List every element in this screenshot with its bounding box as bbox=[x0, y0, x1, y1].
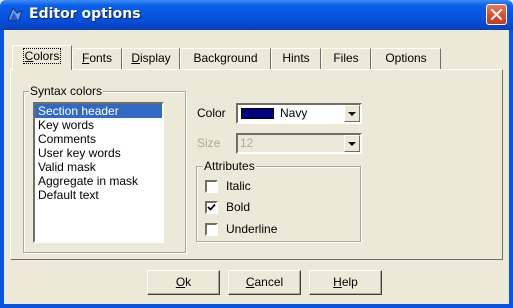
attributes-legend: Attributes bbox=[203, 159, 256, 173]
close-button[interactable] bbox=[486, 4, 507, 25]
color-value: Navy bbox=[280, 106, 308, 120]
tab-display-label: isplay bbox=[139, 51, 171, 65]
help-mnemonic: H bbox=[333, 275, 342, 289]
ok-mnemonic: O bbox=[175, 275, 186, 289]
syntax-colors-list[interactable]: Section header Key words Comments User k… bbox=[33, 102, 164, 243]
size-select[interactable]: 12 bbox=[236, 133, 362, 154]
list-item-default-text[interactable]: Default text bbox=[35, 188, 162, 202]
tab-files-label: Files bbox=[333, 51, 359, 65]
tab-display[interactable]: Display bbox=[122, 48, 180, 69]
list-item-aggregate-in-mask[interactable]: Aggregate in mask bbox=[35, 174, 162, 188]
color-select[interactable]: Navy bbox=[236, 103, 362, 124]
ok-label: k bbox=[185, 275, 192, 289]
italic-checkbox[interactable] bbox=[205, 180, 218, 193]
tab-colors[interactable]: Colors bbox=[12, 45, 72, 70]
syntax-colors-legend: Syntax colors bbox=[29, 84, 104, 98]
tab-fonts-label: onts bbox=[89, 51, 113, 65]
list-item-user-key-words[interactable]: User key words bbox=[35, 146, 162, 160]
tab-files[interactable]: Files bbox=[321, 48, 371, 69]
window-frame-bottom bbox=[0, 304, 513, 308]
list-item-valid-mask[interactable]: Valid mask bbox=[35, 160, 162, 174]
bold-checkbox[interactable] bbox=[205, 201, 218, 214]
underline-label[interactable]: Underline bbox=[226, 222, 277, 236]
italic-label[interactable]: Italic bbox=[226, 179, 251, 193]
help-label: elp bbox=[341, 275, 358, 289]
help-button[interactable]: Help bbox=[309, 270, 382, 295]
title-bar[interactable]: Editor options bbox=[0, 0, 513, 30]
checkmark-icon bbox=[207, 203, 216, 211]
tab-hints[interactable]: Hints bbox=[271, 48, 321, 69]
tab-options-label: Options bbox=[385, 51, 427, 65]
size-value: 12 bbox=[240, 136, 254, 150]
cancel-label: ancel bbox=[254, 275, 284, 289]
attributes-group: Attributes bbox=[196, 159, 361, 242]
editor-app-icon bbox=[7, 7, 23, 21]
size-label: Size bbox=[197, 136, 221, 150]
tab-display-mnemonic: D bbox=[131, 51, 140, 65]
tab-options[interactable]: Options bbox=[371, 48, 441, 69]
bold-label[interactable]: Bold bbox=[226, 200, 250, 214]
tab-fonts[interactable]: Fonts bbox=[72, 48, 122, 69]
color-label: Color bbox=[197, 106, 226, 120]
chevron-down-icon[interactable] bbox=[344, 105, 360, 122]
ok-button[interactable]: Ok bbox=[147, 270, 220, 295]
tab-background[interactable]: Background bbox=[180, 48, 271, 69]
cancel-button[interactable]: Cancel bbox=[228, 270, 301, 295]
window-title: Editor options bbox=[29, 6, 141, 22]
tab-hints-label: Hints bbox=[282, 51, 310, 65]
list-item-comments[interactable]: Comments bbox=[35, 132, 162, 146]
window-frame-left bbox=[0, 30, 4, 308]
window-frame-right bbox=[509, 30, 513, 308]
list-item-section-header[interactable]: Section header bbox=[35, 104, 162, 118]
color-swatch bbox=[241, 108, 274, 119]
underline-checkbox[interactable] bbox=[205, 223, 218, 236]
tab-background-label: Background bbox=[193, 51, 258, 65]
chevron-down-icon[interactable] bbox=[344, 135, 360, 152]
list-item-key-words[interactable]: Key words bbox=[35, 118, 162, 132]
editor-options-window: Editor options Colors Fonts Display Back… bbox=[0, 0, 513, 308]
close-icon bbox=[490, 8, 503, 21]
tab-colors-label: olors bbox=[33, 49, 60, 63]
